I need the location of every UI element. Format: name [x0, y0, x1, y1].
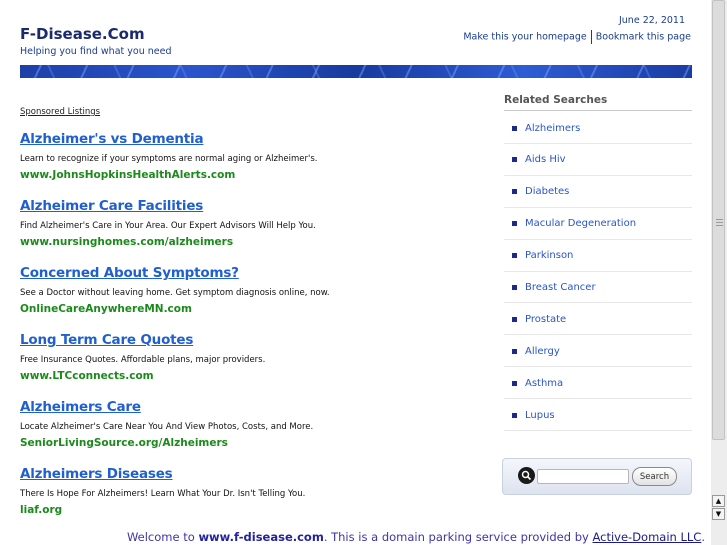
scroll-down-arrow-icon[interactable]: ▼	[712, 508, 725, 520]
vertical-scrollbar[interactable]: ▲ ▼	[711, 0, 727, 545]
scrollbar-thumb[interactable]	[712, 0, 725, 440]
related-item[interactable]: Aids Hiv	[504, 145, 692, 176]
listing-item: Alzheimer Care Facilities Find Alzheimer…	[20, 198, 480, 249]
link-divider	[590, 30, 592, 44]
square-bullet-icon	[512, 125, 517, 131]
listing-description: There Is Hope For Alzheimers! Learn What…	[20, 489, 306, 499]
related-item-link[interactable]: Alzheimers	[525, 123, 580, 134]
related-item-link[interactable]: Breast Cancer	[525, 282, 596, 293]
related-item-link[interactable]: Allergy	[525, 346, 560, 357]
listing-title-link[interactable]: Alzheimer Care Facilities	[20, 198, 480, 215]
related-item-link[interactable]: Diabetes	[525, 186, 569, 197]
related-item-link[interactable]: Aids Hiv	[525, 154, 566, 165]
listing-description: Locate Alzheimer's Care Near You And Vie…	[20, 422, 314, 432]
listing-title-link[interactable]: Alzheimer's vs Dementia	[20, 131, 480, 148]
related-item[interactable]: Macular Degeneration	[504, 209, 692, 240]
square-bullet-icon	[512, 412, 517, 418]
square-bullet-icon	[512, 221, 517, 227]
listing-item: Alzheimers Care Locate Alzheimer's Care …	[20, 399, 480, 450]
footer-prefix: Welcome to	[126, 530, 199, 544]
listing-description: Find Alzheimer's Care in Your Area. Our …	[20, 221, 316, 231]
square-bullet-icon	[512, 348, 517, 354]
make-homepage-link[interactable]: Make this your homepage	[463, 32, 586, 43]
square-bullet-icon	[512, 189, 517, 195]
square-bullet-icon	[512, 253, 517, 259]
related-item[interactable]: Diabetes	[504, 177, 692, 208]
related-item[interactable]: Prostate	[504, 304, 692, 336]
listing-description: See a Doctor without leaving home. Get s…	[20, 288, 330, 298]
footer-middle: . This is a domain parking service provi…	[323, 530, 593, 544]
related-searches-heading: Related Searches	[504, 94, 692, 111]
listing-description: Free Insurance Quotes. Affordable plans,…	[20, 355, 266, 365]
listing-title-link[interactable]: Long Term Care Quotes	[20, 332, 480, 349]
related-searches-list: Alzheimers Aids Hiv Diabetes Macular Deg…	[504, 113, 692, 432]
date-label: June 22, 2011	[618, 15, 685, 26]
related-item[interactable]: Parkinson	[504, 241, 692, 272]
search-icon	[518, 467, 535, 484]
square-bullet-icon	[512, 284, 517, 290]
footer-notice: Welcome to www.f-disease.com. This is a …	[0, 530, 711, 544]
related-item-link[interactable]: Lupus	[525, 410, 555, 421]
related-item-link[interactable]: Macular Degeneration	[525, 218, 636, 229]
footer-suffix: .	[701, 530, 705, 544]
listing-url-link[interactable]: SeniorLivingSource.org/Alzheimers	[20, 437, 480, 450]
listing-item: Concerned About Symptoms? See a Doctor w…	[20, 265, 480, 316]
header-banner	[20, 65, 692, 78]
listing-title-link[interactable]: Alzheimers Diseases	[20, 466, 480, 483]
sponsored-listings-label: Sponsored Listings	[20, 107, 101, 117]
site-title: F-Disease.Com	[20, 25, 145, 43]
related-item[interactable]: Lupus	[504, 400, 692, 432]
related-item-link[interactable]: Prostate	[525, 314, 566, 325]
square-bullet-icon	[512, 157, 517, 163]
search-input[interactable]	[537, 469, 629, 484]
related-item[interactable]: Asthma	[504, 368, 692, 400]
footer-provider-link[interactable]: Active-Domain LLC	[592, 530, 701, 544]
scrollbar-grip-icon	[716, 219, 723, 227]
listing-url-link[interactable]: www.LTCconnects.com	[20, 370, 480, 383]
related-item-link[interactable]: Asthma	[525, 378, 563, 389]
listing-url-link[interactable]: OnlineCareAnywhereMN.com	[20, 303, 480, 316]
listing-url-link[interactable]: www.JohnsHopkinsHealthAlerts.com	[20, 169, 480, 182]
related-item[interactable]: Alzheimers	[504, 113, 692, 144]
bookmark-link[interactable]: Bookmark this page	[596, 32, 691, 43]
footer-site-name: www.f-disease.com	[198, 530, 324, 544]
listing-description: Learn to recognize if your symptoms are …	[20, 154, 318, 164]
listing-title-link[interactable]: Alzheimers Care	[20, 399, 480, 416]
square-bullet-icon	[512, 380, 517, 386]
related-item-link[interactable]: Parkinson	[525, 250, 573, 261]
search-box: Search	[502, 458, 692, 495]
scroll-up-arrow-icon[interactable]: ▲	[712, 495, 725, 507]
listing-item: Alzheimer's vs Dementia Learn to recogni…	[20, 131, 480, 182]
square-bullet-icon	[512, 316, 517, 322]
related-item[interactable]: Breast Cancer	[504, 272, 692, 304]
related-item[interactable]: Allergy	[504, 336, 692, 368]
listing-title-link[interactable]: Concerned About Symptoms?	[20, 265, 480, 282]
listing-url-link[interactable]: liaf.org	[20, 504, 480, 517]
header-links: Make this your homepage Bookmark this pag…	[463, 30, 691, 44]
listing-item: Long Term Care Quotes Free Insurance Quo…	[20, 332, 480, 383]
listing-url-link[interactable]: www.nursinghomes.com/alzheimers	[20, 236, 480, 249]
site-tagline: Helping you find what you need	[20, 46, 172, 57]
search-button[interactable]: Search	[632, 467, 677, 486]
listing-item: Alzheimers Diseases There Is Hope For Al…	[20, 466, 480, 517]
